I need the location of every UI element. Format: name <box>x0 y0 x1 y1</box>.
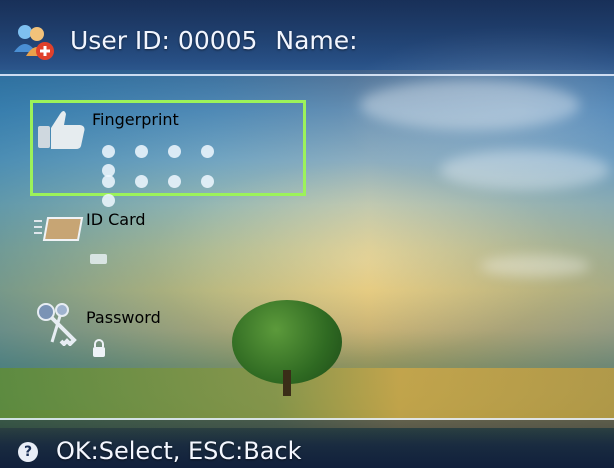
header-divider <box>0 74 614 76</box>
fingerprint-slot <box>135 145 148 158</box>
user-add-icon <box>12 22 56 62</box>
thumbs-up-icon <box>36 106 88 152</box>
header-title: User ID: 00005 Name: <box>70 26 368 55</box>
info-icon: ? <box>18 442 38 462</box>
wallpaper-tree-trunk <box>283 370 291 396</box>
fingerprint-slot <box>201 175 214 188</box>
fingerprint-slot <box>168 145 181 158</box>
cloud <box>360 80 580 130</box>
id-card-icon <box>30 214 84 242</box>
cloud <box>440 150 610 190</box>
keys-icon <box>34 300 86 347</box>
device-screen: User ID: 00005 Name: Fingerprint ID Card <box>0 0 614 468</box>
card-indicator-icon <box>90 250 108 264</box>
fingerprint-slot <box>135 175 148 188</box>
fingerprint-label: Fingerprint <box>92 110 179 129</box>
fingerprint-slot <box>201 145 214 158</box>
fingerprint-slot <box>102 175 115 188</box>
fingerprint-slot <box>102 145 115 158</box>
footer-hint: OK:Select, ESC:Back <box>56 437 302 465</box>
cloud <box>480 255 590 277</box>
name-label: Name: <box>275 26 358 55</box>
id-card-label: ID Card <box>86 210 146 229</box>
user-id-label: User ID: 00005 <box>70 26 258 55</box>
lock-icon <box>91 338 107 358</box>
password-label: Password <box>86 308 161 327</box>
fingerprint-slots <box>102 143 242 207</box>
fingerprint-slot <box>168 175 181 188</box>
